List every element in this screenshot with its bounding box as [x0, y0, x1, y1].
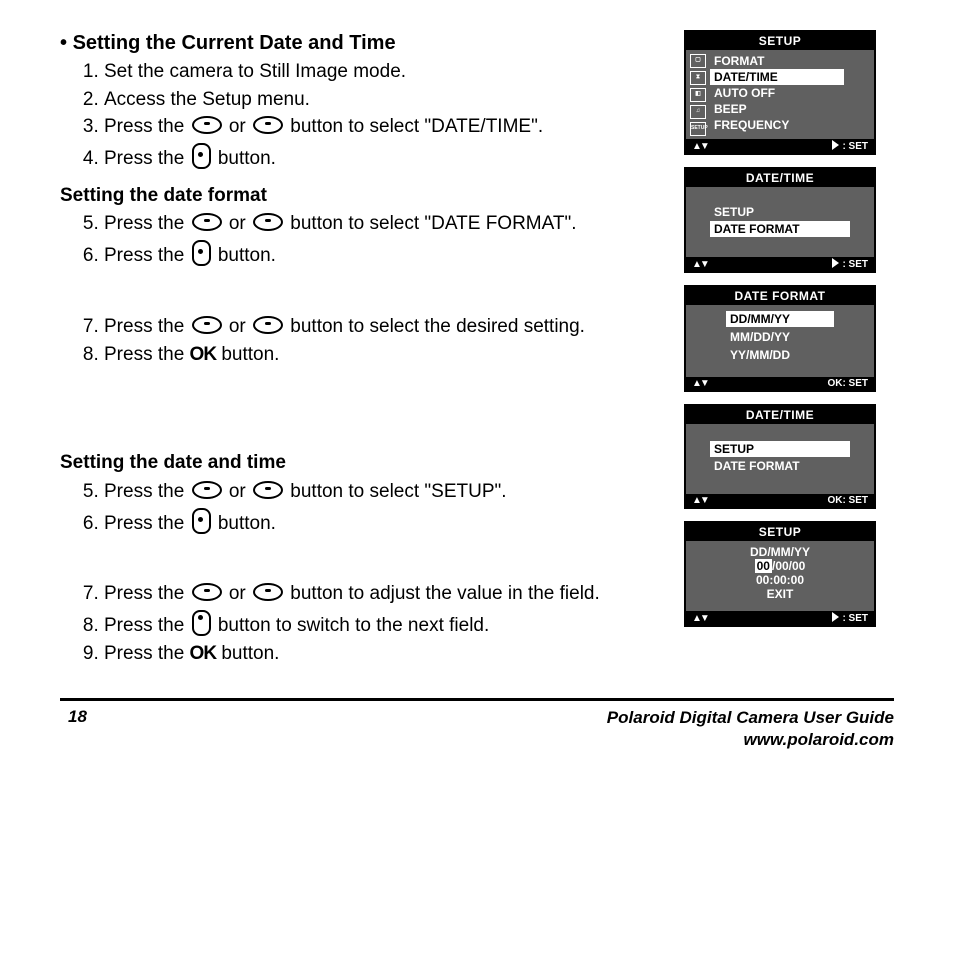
setup-text-icon: SETUP: [690, 122, 706, 136]
nav-indicator: ▲▼: [692, 378, 708, 389]
menu-item: YY/MM/DD: [726, 347, 834, 363]
menu-item: FORMAT: [692, 53, 868, 69]
subheading-date-time: Setting the date and time: [60, 451, 664, 476]
screen-title: SETUP: [686, 523, 874, 541]
menu-item-selected: DATE FORMAT: [710, 221, 850, 237]
right-button-icon: [192, 508, 211, 534]
screen-setup-entry: SETUP DD/MM/YY 00/00/00 00:00:00 EXIT ▲▼…: [684, 521, 876, 627]
right-button-icon: [192, 240, 211, 266]
date-value: 00/00/00: [692, 559, 868, 573]
step-4: Press the button.: [104, 143, 664, 172]
page-number: 18: [60, 707, 87, 727]
triangle-right-icon: [832, 140, 839, 150]
step-7b: Press the or button to adjust the value …: [104, 582, 664, 607]
screen-title: DATE/TIME: [686, 169, 874, 187]
nav-indicator: ▲▼: [692, 613, 708, 624]
screen-datetime-2: DATE/TIME SETUP DATE FORMAT ▲▼ OK: SET: [684, 404, 876, 509]
camera-screens-column: SETUP ▢ ⧗ ◧ ♫ SETUP FORMAT DATE/TIME AUT…: [684, 30, 894, 678]
steps-basic: Set the camera to Still Image mode. Acce…: [60, 60, 664, 172]
set-indicator: : SET: [832, 258, 868, 270]
triangle-right-icon: [832, 612, 839, 622]
step-6b: Press the button.: [104, 508, 664, 537]
screen-dateformat: DATE FORMAT DD/MM/YY MM/DD/YY YY/MM/DD ▲…: [684, 285, 876, 392]
screen-title: SETUP: [686, 32, 874, 50]
section-heading: • Setting the Current Date and Time: [60, 30, 664, 56]
step-3: Press the or button to select "DATE/TIME…: [104, 115, 664, 140]
down-oval-icon: [253, 213, 283, 231]
up-oval-icon: [192, 316, 222, 334]
nav-indicator: ▲▼: [692, 495, 708, 506]
date-field-selected: 00: [755, 559, 772, 573]
subheading-date-format: Setting the date format: [60, 184, 664, 209]
set-indicator: : SET: [832, 612, 868, 624]
menu-item: SETUP: [710, 204, 850, 220]
screen-title: DATE/TIME: [686, 406, 874, 424]
triangle-right-icon: [832, 258, 839, 268]
up-oval-icon: [192, 583, 222, 601]
time-value: 00:00:00: [692, 573, 868, 587]
down-oval-icon: [253, 116, 283, 134]
ok-label: OK: [190, 642, 217, 667]
steps-date-format-a: Press the or button to select "DATE FORM…: [60, 212, 664, 268]
screen-setup: SETUP ▢ ⧗ ◧ ♫ SETUP FORMAT DATE/TIME AUT…: [684, 30, 876, 155]
date-format-label: DD/MM/YY: [692, 545, 868, 559]
nav-indicator: ▲▼: [692, 141, 708, 152]
menu-item: MM/DD/YY: [726, 329, 834, 345]
footer-text: Polaroid Digital Camera User Guide www.p…: [607, 707, 894, 751]
step-6: Press the button.: [104, 240, 664, 269]
down-oval-icon: [253, 481, 283, 499]
menu-item-selected: DATE/TIME: [710, 69, 844, 85]
instruction-text: • Setting the Current Date and Time Set …: [60, 30, 664, 678]
up-oval-icon: [192, 481, 222, 499]
set-indicator: OK: SET: [827, 495, 868, 506]
set-indicator: OK: SET: [827, 378, 868, 389]
menu-item: AUTO OFF: [692, 85, 868, 101]
set-indicator: : SET: [832, 140, 868, 152]
exit-label: EXIT: [692, 587, 868, 601]
page-footer: 18 Polaroid Digital Camera User Guide ww…: [60, 698, 894, 751]
menu-item: BEEP: [692, 101, 868, 117]
step-9: Press the OK button.: [104, 642, 664, 667]
down-oval-icon: [253, 316, 283, 334]
up-oval-icon: [192, 213, 222, 231]
screen-datetime: DATE/TIME SETUP DATE FORMAT ▲▼ : SET: [684, 167, 876, 273]
step-7: Press the or button to select the desire…: [104, 315, 664, 340]
clock-icon: ⧗: [690, 71, 706, 85]
menu-item: DATE FORMAT: [710, 458, 850, 474]
step-8: Press the OK button.: [104, 343, 664, 368]
steps-date-format-b: Press the or button to select the desire…: [60, 315, 664, 367]
menu-icons: ▢ ⧗ ◧ ♫ SETUP: [690, 54, 706, 136]
autooff-icon: ◧: [690, 88, 706, 102]
step-5b: Press the or button to select "SETUP".: [104, 480, 664, 505]
menu-item: FREQUENCY: [692, 117, 868, 133]
screen-title: DATE FORMAT: [686, 287, 874, 305]
up-oval-icon: [192, 116, 222, 134]
ok-label: OK: [190, 343, 217, 368]
menu-item-selected: SETUP: [710, 441, 850, 457]
right-button-icon: [192, 143, 211, 169]
steps-date-time-b: Press the or button to adjust the value …: [60, 582, 664, 666]
step-2: Access the Setup menu.: [104, 88, 664, 113]
nav-indicator: ▲▼: [692, 259, 708, 270]
step-8b: Press the button to switch to the next f…: [104, 610, 664, 639]
menu-item-selected: DD/MM/YY: [726, 311, 834, 327]
step-1: Set the camera to Still Image mode.: [104, 60, 664, 85]
right-button-icon: [192, 610, 211, 636]
beep-icon: ♫: [690, 105, 706, 119]
format-icon: ▢: [690, 54, 706, 68]
steps-date-time-a: Press the or button to select "SETUP". P…: [60, 480, 664, 536]
step-5: Press the or button to select "DATE FORM…: [104, 212, 664, 237]
down-oval-icon: [253, 583, 283, 601]
